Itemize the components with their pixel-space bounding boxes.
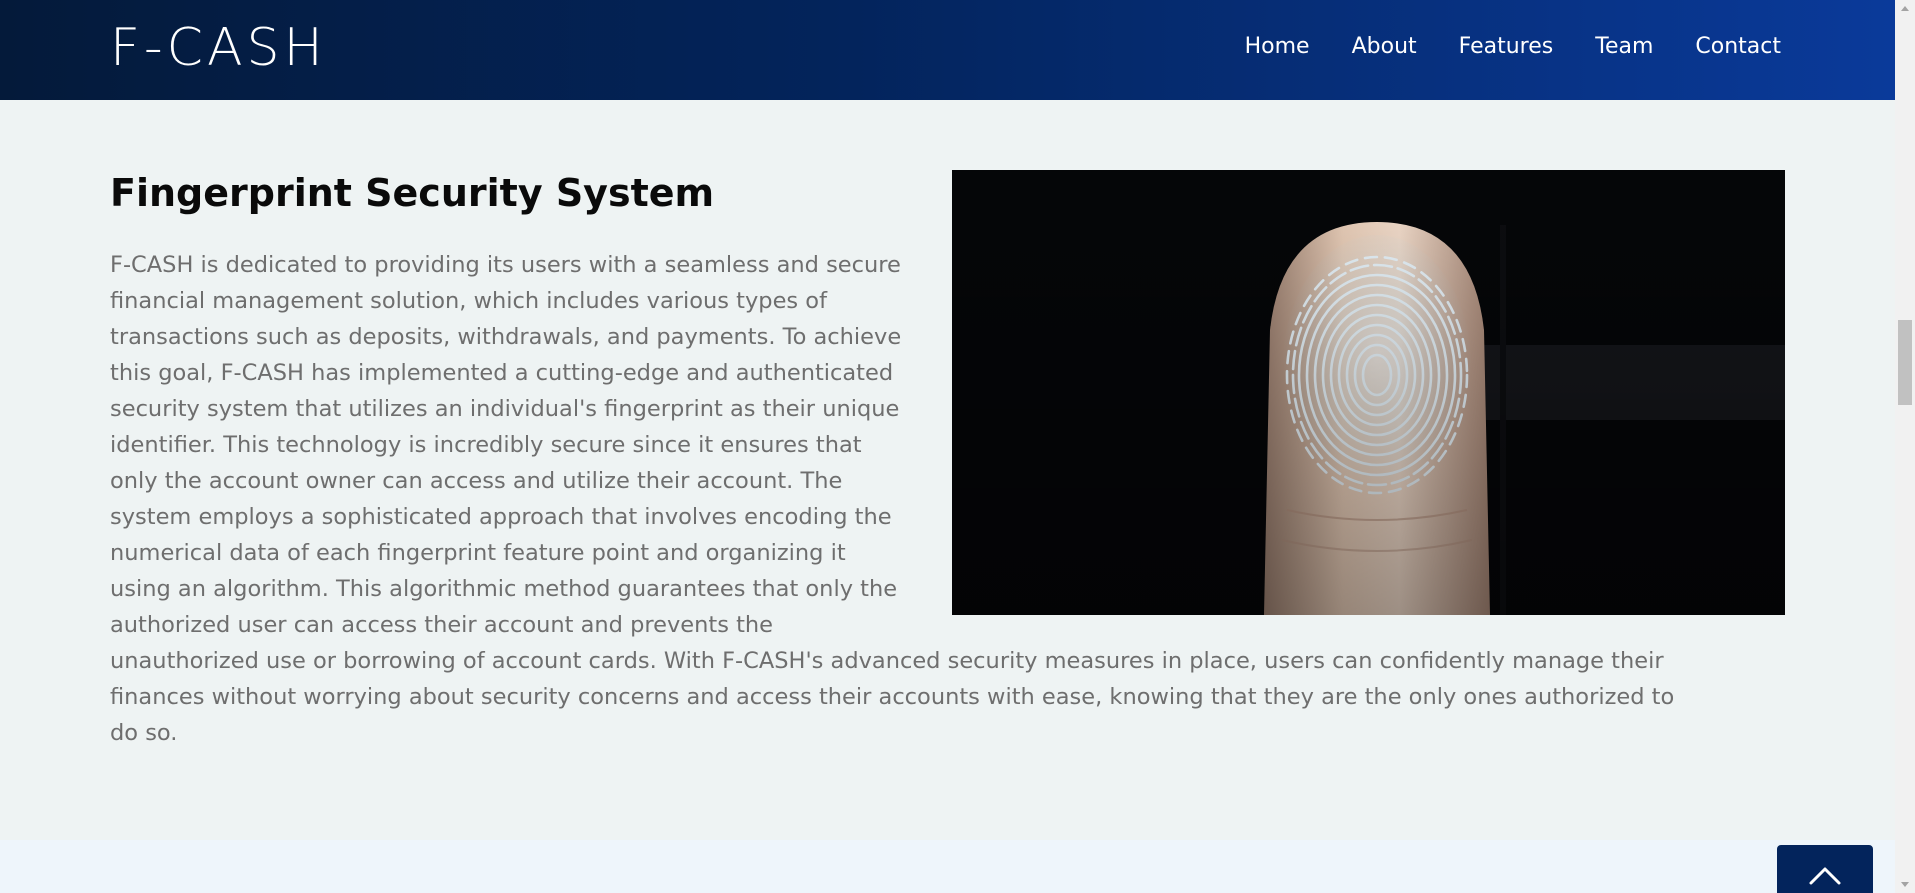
image-spacer: [908, 247, 1700, 617]
section-body-text: F-CASH is dedicated to providing its use…: [110, 247, 1700, 751]
scrollbar-thumb[interactable]: [1898, 320, 1912, 405]
main-nav: Home About Features Team Contact: [1203, 30, 1781, 64]
nav-home-link[interactable]: Home: [1245, 30, 1310, 64]
fingerprint-section: Fingerprint Security System F-CASH is de…: [0, 100, 1895, 840]
section-title: Fingerprint Security System: [110, 171, 715, 215]
nav-features-link[interactable]: Features: [1459, 30, 1554, 64]
brand-logo[interactable]: F-CASH: [110, 16, 327, 80]
next-section-band: [0, 840, 1895, 893]
scroll-down-arrow-icon[interactable]: [1895, 875, 1915, 893]
page: F-CASH Home About Features Team Contact …: [0, 0, 1915, 893]
nav-about-link[interactable]: About: [1352, 30, 1417, 64]
back-to-top-button[interactable]: [1777, 845, 1873, 893]
scroll-up-arrow-icon[interactable]: [1895, 0, 1915, 18]
nav-team-link[interactable]: Team: [1595, 30, 1653, 64]
navbar: F-CASH Home About Features Team Contact: [0, 0, 1895, 100]
nav-contact-link[interactable]: Contact: [1695, 30, 1781, 64]
chevron-up-icon: [1809, 867, 1841, 885]
page-scrollbar[interactable]: [1895, 0, 1915, 893]
